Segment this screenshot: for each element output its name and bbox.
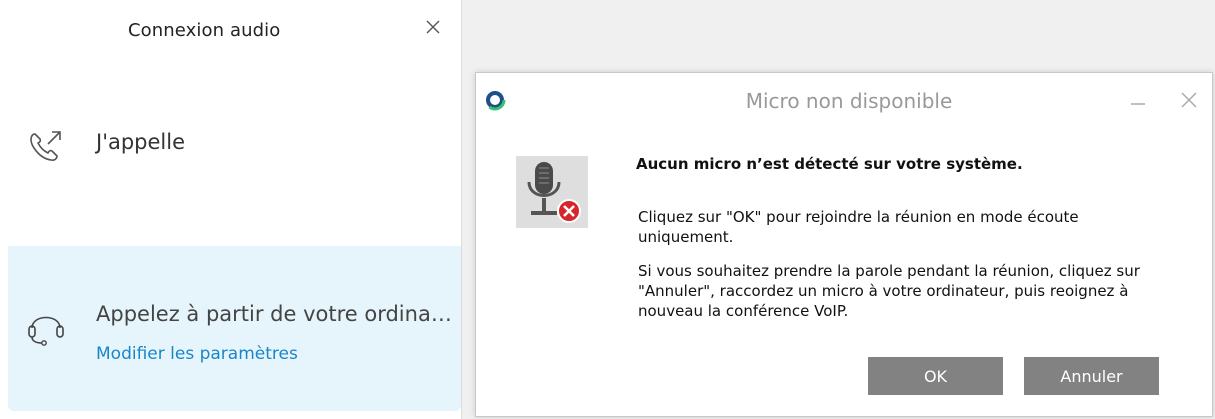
dialog-message-ok: Cliquez sur "OK" pour rejoindre la réuni… — [638, 208, 1079, 246]
microphone-error-icon — [516, 156, 588, 228]
dialog-heading: Aucun micro n’est détecté sur votre syst… — [636, 155, 1023, 173]
minimize-icon[interactable] — [1126, 87, 1150, 113]
call-me-option[interactable]: J'appelle — [0, 112, 461, 176]
headset-icon — [24, 304, 68, 348]
computer-audio-label: Appelez à partir de votre ordinateur — [96, 302, 458, 326]
close-icon[interactable] — [1176, 87, 1202, 113]
ok-button[interactable]: OK — [868, 357, 1003, 395]
cancel-button[interactable]: Annuler — [1024, 357, 1159, 395]
audio-connection-panel: Connexion audio J'appelle Appelez à part… — [0, 0, 462, 419]
computer-audio-option[interactable]: Appelez à partir de votre ordinateur Mod… — [8, 246, 461, 411]
phone-outgoing-icon — [26, 126, 66, 166]
dialog-titlebar: Micro non disponible — [476, 73, 1212, 129]
dialog-title: Micro non disponible — [745, 89, 953, 113]
settings-link[interactable]: Modifier les paramètres — [96, 344, 298, 364]
dialog-message-cancel: Si vous souhaitez prendre la parole pend… — [638, 262, 1140, 320]
close-icon[interactable] — [420, 14, 446, 40]
panel-title: Connexion audio — [128, 20, 281, 41]
mic-unavailable-dialog: Micro non disponible Aucun micro n’est d… — [475, 72, 1213, 417]
call-me-label: J'appelle — [96, 130, 186, 154]
